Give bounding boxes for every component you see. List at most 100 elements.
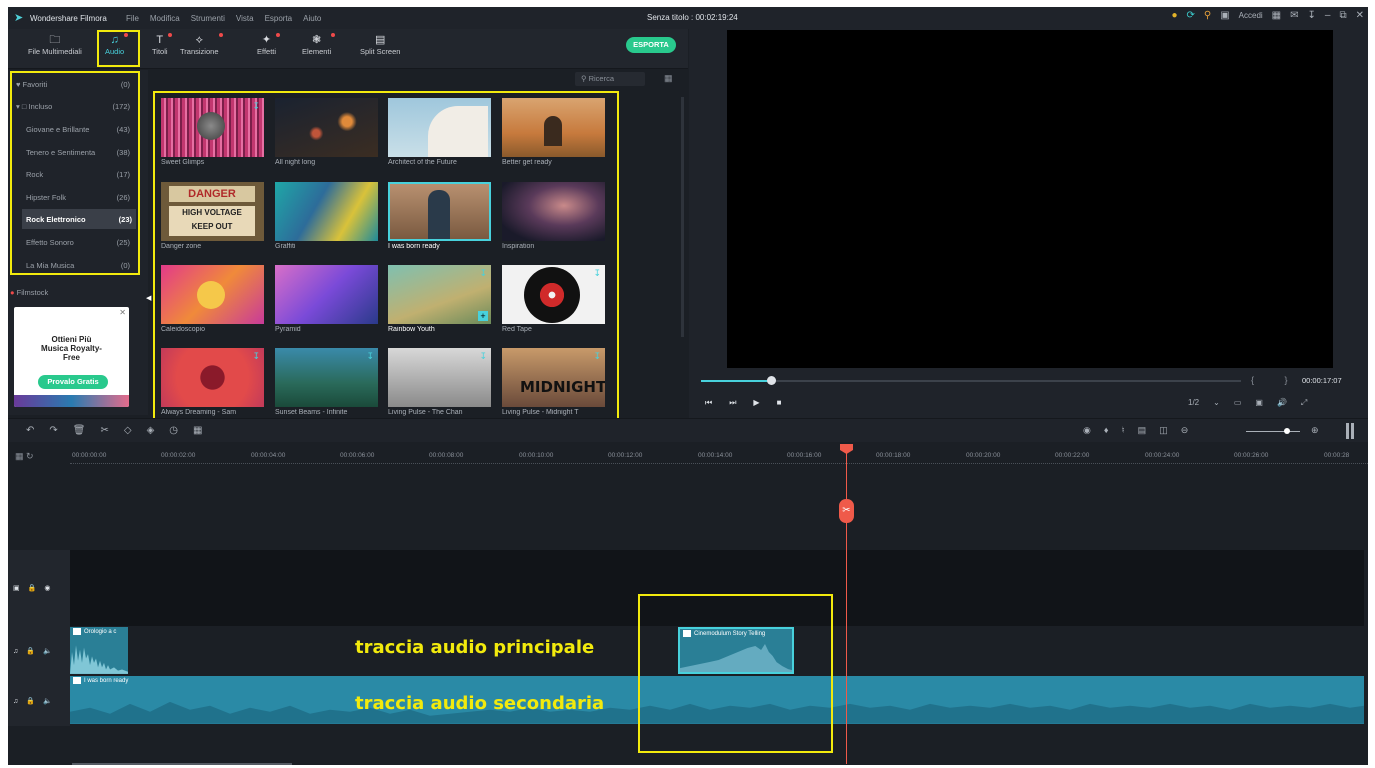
timeline-ruler[interactable]: ▦ ↻ 00:00:00:00 00:00:02:00 00:00:04:00 … xyxy=(8,442,1368,466)
restore-icon[interactable]: ⧉ xyxy=(1339,10,1346,21)
lock-icon[interactable]: 🔒 xyxy=(26,647,35,655)
add-icon[interactable]: + xyxy=(478,311,488,321)
audio-item[interactable]: ↧ Always Dreaming - Sam xyxy=(161,348,264,416)
tab-titoli[interactable]: T Titoli xyxy=(152,33,172,56)
close-icon[interactable]: ✕ xyxy=(1356,10,1364,21)
menu-vista[interactable]: Vista xyxy=(236,14,254,23)
close-icon[interactable]: ✕ xyxy=(119,308,126,317)
audio-item[interactable]: Graffiti xyxy=(275,182,378,250)
category-item[interactable]: Tenero e Sentimenta (38) xyxy=(10,142,134,162)
audio-item[interactable]: Architect of the Future xyxy=(388,98,491,166)
login-link[interactable]: Accedi xyxy=(1239,11,1263,20)
audio-item[interactable]: ↧ + Rainbow Youth xyxy=(388,265,491,333)
snapshot-icon[interactable]: ▣ xyxy=(1255,398,1263,408)
audio-item[interactable]: ↧ Sweet Glimps xyxy=(161,98,264,166)
download-icon[interactable]: ↧ xyxy=(479,268,487,279)
audio-item[interactable]: ↧ Sunset Beams - Infinite xyxy=(275,348,378,416)
audio-item[interactable]: ↧ Living Pulse - The Chan xyxy=(388,348,491,416)
undo-icon[interactable]: ↶ xyxy=(26,425,34,436)
preview-progress-track[interactable] xyxy=(701,380,1241,382)
audio-item[interactable]: Caleidoscopio xyxy=(161,265,264,333)
mic-icon[interactable]: ♮ xyxy=(1121,425,1124,436)
promo-banner[interactable]: ✕ Ottieni Più Musica Royalty- Free Prova… xyxy=(14,307,129,407)
tab-effetti[interactable]: ✦ Effetti xyxy=(257,33,281,56)
tab-transizione[interactable]: ⟡ Transizione xyxy=(180,33,223,56)
zoom-in-icon[interactable]: ⊕ xyxy=(1311,425,1319,436)
empty-track[interactable] xyxy=(70,466,1368,550)
step-forward-icon[interactable]: ⏭ xyxy=(729,398,736,408)
audio-clip-orologio[interactable]: Orologio a c xyxy=(70,627,128,674)
menu-strumenti[interactable]: Strumenti xyxy=(191,14,225,23)
refresh-icon[interactable]: ⟳ xyxy=(1186,10,1194,21)
audio-item[interactable]: Inspiration xyxy=(502,182,605,250)
zoom-handle[interactable] xyxy=(1284,428,1290,434)
tab-elementi[interactable]: ❃ Elementi xyxy=(302,33,336,56)
category-incluso[interactable]: ▾ □ Incluso (172) xyxy=(10,96,134,116)
download-icon[interactable]: ↧ xyxy=(479,351,487,362)
download-icon[interactable]: ↧ xyxy=(366,351,374,362)
audio-item[interactable]: DANGER HIGH VOLTAGE KEEP OUT Danger zone xyxy=(161,182,264,250)
crop-icon[interactable]: ◇ xyxy=(124,425,132,436)
download-icon[interactable]: ↧ xyxy=(252,351,260,362)
video-track[interactable] xyxy=(8,550,1364,626)
mark-in-out[interactable]: { } xyxy=(1251,375,1302,385)
play-icon[interactable]: ▶ xyxy=(753,398,759,408)
audio-item[interactable]: I was born ready xyxy=(388,182,491,250)
promo-button[interactable]: Provalo Gratis xyxy=(38,375,108,389)
menu-esporta[interactable]: Esporta xyxy=(265,14,293,23)
pause-icon[interactable] xyxy=(1346,423,1354,439)
download-icon[interactable]: ↧ xyxy=(593,351,601,362)
filmstock-link[interactable]: ● Filmstock xyxy=(10,288,48,297)
stop-icon[interactable]: ■ xyxy=(777,398,782,408)
gift-icon[interactable]: ▣ xyxy=(1220,10,1229,21)
delete-icon[interactable]: 🗑 xyxy=(73,425,86,436)
tab-audio[interactable]: ♫ Audio xyxy=(105,33,129,56)
marker-icon[interactable]: ♦ xyxy=(1104,425,1109,436)
voiceover-icon[interactable]: ▤ xyxy=(1138,425,1147,436)
category-item[interactable]: La Mia Musica (0) xyxy=(10,255,134,275)
cart-icon[interactable]: ⚲ xyxy=(1204,10,1211,21)
category-item-selected[interactable]: Rock Elettronico (23) xyxy=(22,209,136,229)
category-item[interactable]: Effetto Sonoro (25) xyxy=(10,232,134,252)
cut-icon[interactable]: ✂ xyxy=(100,425,108,436)
quality-select[interactable]: 1/2 xyxy=(1188,398,1199,408)
eye-icon[interactable]: ◉ xyxy=(44,584,50,592)
audio-item[interactable]: Better get ready xyxy=(502,98,605,166)
audio-clip-storytelling[interactable]: Cinemodulum Story Telling xyxy=(678,627,794,674)
scissors-icon[interactable]: ✂ xyxy=(839,499,854,523)
grid-view-icon[interactable]: ▦ xyxy=(664,73,673,84)
color-icon[interactable]: ◈ xyxy=(147,425,155,436)
menu-modifica[interactable]: Modifica xyxy=(150,14,180,23)
playhead-line[interactable] xyxy=(846,444,847,764)
bulb-icon[interactable]: ● xyxy=(1171,10,1177,21)
display-icon[interactable]: ▭ xyxy=(1234,398,1242,408)
zoom-out-icon[interactable]: ⊖ xyxy=(1181,425,1189,436)
fullscreen-icon[interactable]: ⤢ xyxy=(1301,398,1307,408)
audio-clip-born-ready[interactable]: I was born ready xyxy=(70,676,1364,724)
category-favoriti[interactable]: ♥ Favoriti (0) xyxy=(10,74,134,94)
step-back-icon[interactable]: ⏮ xyxy=(705,398,712,408)
chevron-down-icon[interactable]: ⌄ xyxy=(1213,398,1220,408)
notification-icon[interactable]: ✉ xyxy=(1290,10,1298,21)
export-button[interactable]: ESPORTA xyxy=(626,37,676,53)
tab-split-screen[interactable]: ▤ Split Screen xyxy=(360,33,400,56)
redo-icon[interactable]: ↷ xyxy=(49,425,57,436)
category-item[interactable]: Giovane e Brillante (43) xyxy=(10,119,134,139)
audio-item[interactable]: All night long xyxy=(275,98,378,166)
save-icon[interactable]: ▦ xyxy=(1272,10,1281,21)
category-item[interactable]: Rock (17) xyxy=(10,164,134,184)
speed-icon[interactable]: ◷ xyxy=(169,425,178,436)
speaker-icon[interactable]: 🔈 xyxy=(43,697,52,705)
collapse-arrow-icon[interactable]: ◀ xyxy=(146,294,151,302)
minimize-icon[interactable]: – xyxy=(1325,10,1331,21)
lock-icon[interactable]: 🔒 xyxy=(28,584,37,592)
download-icon[interactable]: ↧ xyxy=(593,268,601,279)
render-icon[interactable]: ◉ xyxy=(1083,425,1091,436)
speaker-icon[interactable]: 🔈 xyxy=(43,647,52,655)
link-icon[interactable]: ▦ ↻ xyxy=(15,451,34,462)
timeline-scrollbar[interactable] xyxy=(72,763,292,765)
menu-file[interactable]: File xyxy=(126,14,139,23)
volume-icon[interactable]: 🔊 xyxy=(1277,398,1287,408)
download-icon[interactable]: ↧ xyxy=(1308,10,1316,21)
search-input[interactable]: ⚲ Ricerca xyxy=(575,72,645,86)
